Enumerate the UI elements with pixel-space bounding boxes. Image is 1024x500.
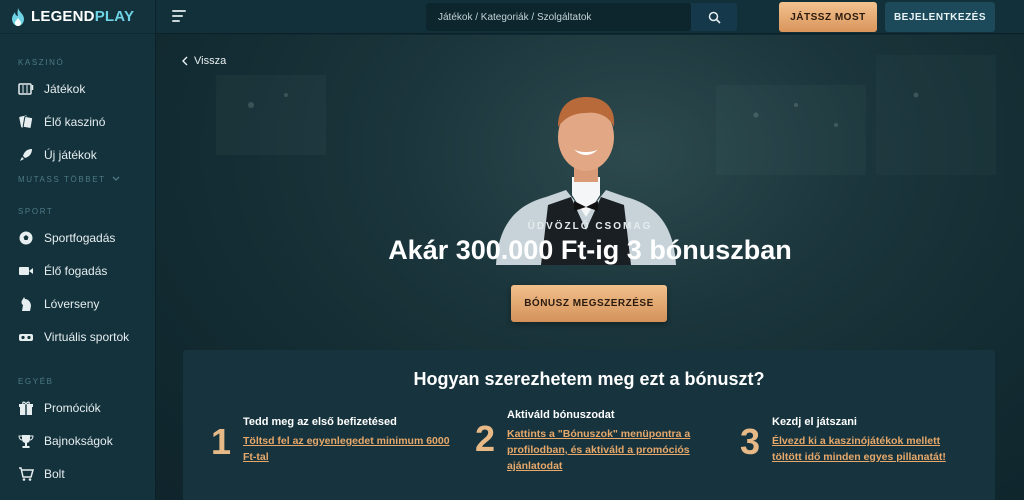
sidebar: LEGEND PLAY KASZINÓ Játékok Élő kaszinó Ú… [0,0,156,500]
search-box [426,3,691,31]
welcome-package-label: ÜDVÖZLŐ CSOMAG [527,221,653,232]
sidebar-item-label: Élő fogadás [44,263,108,278]
soccer-ball-icon [19,231,33,244]
sidebar-item-label: Promóciók [44,400,101,415]
how-to-title: Hogyan szerezhetem meg ezt a bónuszt? [413,369,765,389]
sidebar-item-sports-betting[interactable]: Sportfogadás [0,221,155,254]
sidebar-item-virtual-sports[interactable]: Virtuális sportok [0,320,155,353]
trophy-icon [18,434,34,448]
sidebar-item-horse-racing[interactable]: Lóverseny [0,287,155,320]
logo[interactable]: LEGEND PLAY [0,0,155,34]
step-number: 1 [211,421,232,462]
sidebar-item-live-betting[interactable]: Élő fogadás [0,254,155,287]
step-number: 2 [475,418,496,459]
sidebar-item-promotions[interactable]: Promóciók [0,391,155,424]
show-more-toggle[interactable]: MUTASS TÖBBET [0,171,155,187]
play-now-button[interactable]: JÁTSSZ MOST [779,2,877,32]
step-number: 3 [740,421,761,462]
step-description-link[interactable]: Élvezd ki a kaszinójátékok mellett töltö… [772,433,972,465]
rocket-icon [20,148,32,161]
brand-part1: LEGEND [31,8,95,25]
menu-toggle-icon[interactable] [172,10,188,24]
search-button[interactable] [691,3,737,31]
step-title: Kezdj el játszani [772,416,857,428]
cards-icon [19,114,34,129]
sidebar-item-label: Élő kaszinó [44,114,106,129]
sidebar-item-live-casino[interactable]: Élő kaszinó [0,105,155,138]
sidebar-item-label: Játékok [44,81,86,96]
vr-headset-icon [19,333,33,341]
top-bar: JÁTSSZ MOST BEJELENTKEZÉS [156,0,1024,34]
gift-icon [19,401,33,415]
section-title-casino: KASZINÓ [18,58,65,67]
hero-headline: Akár 300.000 Ft-ig 3 bónuszban [388,235,792,265]
sidebar-item-label: Lóverseny [44,296,100,311]
horse-icon [21,296,31,311]
step-description-link[interactable]: Töltsd fel az egyenlegedet minimum 6000 … [243,433,463,465]
login-button[interactable]: BEJELENTKEZÉS [885,2,995,32]
sidebar-item-label: Virtuális sportok [44,329,130,344]
slot-machine-icon [18,82,34,95]
chevron-down-icon [112,176,120,181]
shopping-cart-icon [19,466,34,481]
sidebar-item-label: Bolt [44,466,65,481]
brand-part2: PLAY [94,8,135,25]
sidebar-item-games[interactable]: Játékok [0,72,155,105]
sidebar-item-new-games[interactable]: Új játékok [0,138,155,171]
section-title-sport: SPORT [18,207,54,216]
sidebar-item-label: Bajnokságok [44,433,113,448]
get-bonus-button[interactable]: BÓNUSZ MEGSZERZÉSE [511,285,667,322]
step-3: 3 Kezdj el játszani Élvezd ki a kaszinój… [740,413,990,483]
section-title-other: EGYÉB [18,377,54,386]
how-to-panel: Hogyan szerezhetem meg ezt a bónuszt? 1 … [183,350,995,500]
hero-banner: Vissza ÜDVÖZLŐ CSOMAG Akár 300.000 Ft-ig… [156,35,1024,500]
chevron-left-icon [182,56,188,66]
step-description-link[interactable]: Kattints a "Bónuszok" menüpontra a profi… [507,426,707,474]
sidebar-item-label: Sportfogadás [44,230,116,245]
step-1: 1 Tedd meg az első befizetésed Töltsd fe… [211,413,461,483]
back-link[interactable]: Vissza [182,55,226,67]
back-label: Vissza [194,55,227,67]
video-camera-icon [19,266,33,275]
sidebar-item-tournaments[interactable]: Bajnokságok [0,424,155,457]
step-title: Aktiváld bónuszodat [507,409,615,421]
flame-logo-icon [12,7,24,26]
sidebar-item-label: Új játékok [44,147,97,162]
step-2: 2 Aktiváld bónuszodat Kattints a "Bónusz… [475,406,725,476]
search-icon [708,11,721,24]
show-more-label: MUTASS TÖBBET [18,174,106,184]
search-input[interactable] [426,11,626,23]
step-title: Tedd meg az első befizetésed [243,416,397,428]
sidebar-item-shop[interactable]: Bolt [0,457,155,490]
